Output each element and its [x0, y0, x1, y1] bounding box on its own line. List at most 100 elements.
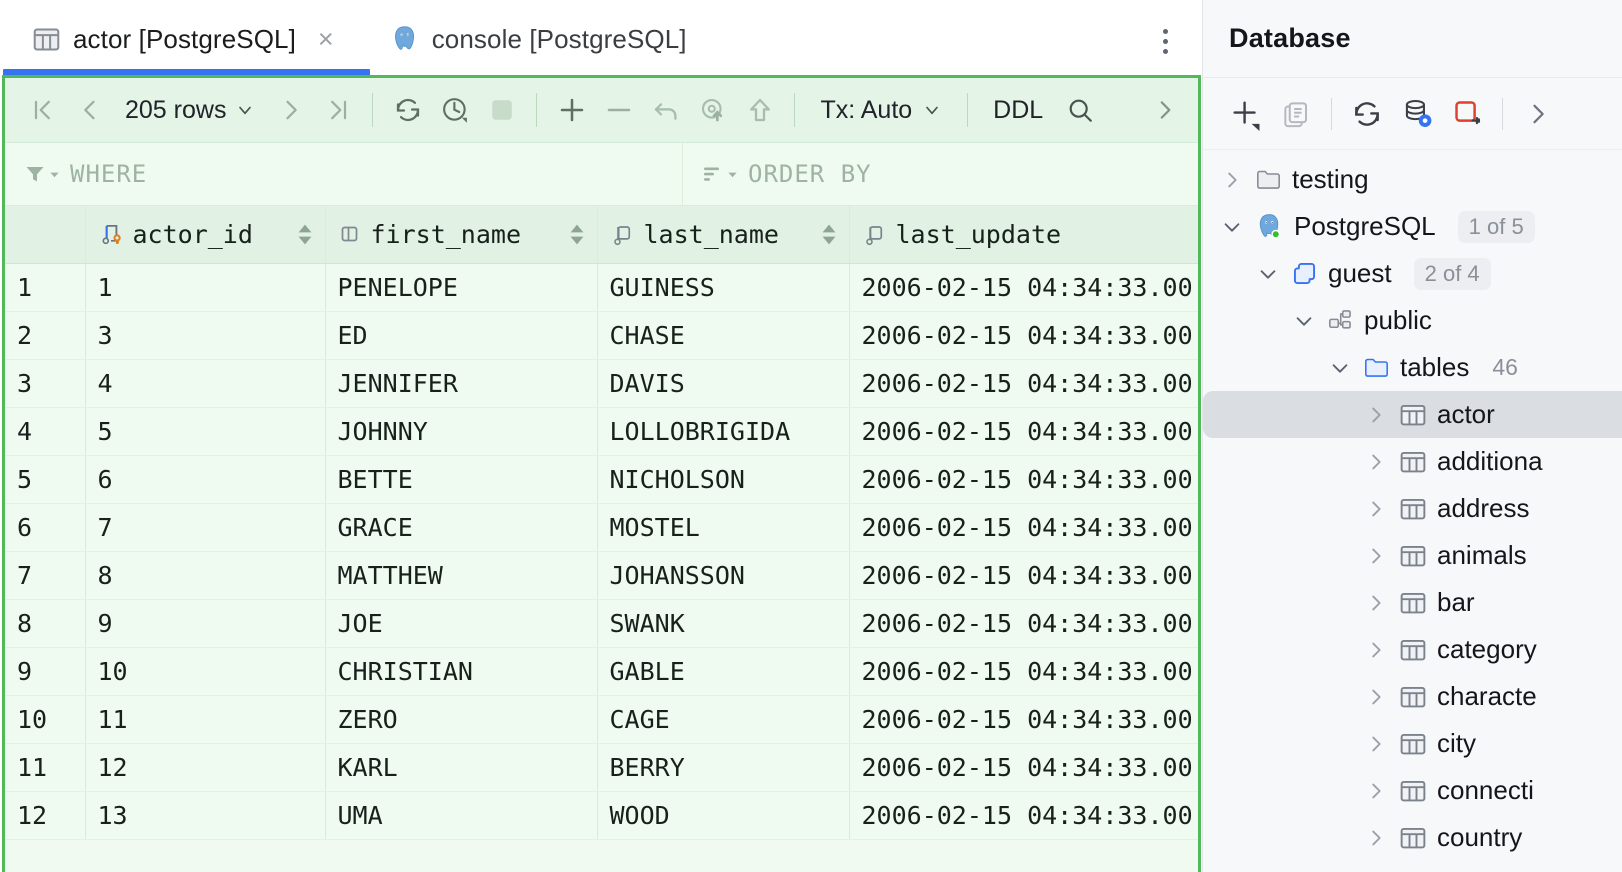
chevron-right-icon[interactable]	[1363, 780, 1389, 802]
table-cell-last_name[interactable]: SWANK	[597, 599, 849, 647]
tree-item-city[interactable]: city	[1203, 720, 1622, 767]
refresh-icon[interactable]	[384, 87, 431, 134]
chevron-down-icon[interactable]	[1327, 357, 1353, 379]
table-cell-first_name[interactable]: CHRISTIAN	[325, 647, 597, 695]
chevron-right-icon[interactable]	[1219, 169, 1245, 191]
tree-item-tables[interactable]: tables46	[1203, 344, 1622, 391]
previous-page-icon[interactable]	[66, 87, 113, 134]
table-cell-first_name[interactable]: MATTHEW	[325, 551, 597, 599]
table-cell-last_update[interactable]: 2006-02-15 04:34:33.00	[849, 599, 1198, 647]
table-row[interactable]: 1213UMAWOOD2006-02-15 04:34:33.00	[5, 791, 1198, 839]
sort-arrows-icon[interactable]	[569, 224, 585, 245]
table-cell-actor_id[interactable]: 6	[85, 455, 325, 503]
table-cell-last_update[interactable]: 2006-02-15 04:34:33.00	[849, 263, 1198, 311]
disconnect-icon[interactable]	[1442, 89, 1492, 139]
table-cell-last_name[interactable]: CAGE	[597, 695, 849, 743]
table-cell-first_name[interactable]: JENNIFER	[325, 359, 597, 407]
tree-item-actor[interactable]: actor	[1203, 391, 1622, 438]
chevron-down-icon[interactable]	[1291, 310, 1317, 332]
chevron-right-icon[interactable]	[1363, 686, 1389, 708]
table-cell-last_update[interactable]: 2006-02-15 04:34:33.00	[849, 695, 1198, 743]
table-cell-actor_id[interactable]: 1	[85, 263, 325, 311]
tree-item-bar[interactable]: bar	[1203, 579, 1622, 626]
table-cell-last_update[interactable]: 2006-02-15 04:34:33.00	[849, 311, 1198, 359]
chevron-right-icon[interactable]	[1363, 827, 1389, 849]
last-page-icon[interactable]	[314, 87, 361, 134]
table-cell-first_name[interactable]: ZERO	[325, 695, 597, 743]
table-cell-last_name[interactable]: GUINESS	[597, 263, 849, 311]
tab-console[interactable]: console [PostgreSQL]	[376, 0, 701, 78]
search-icon[interactable]	[1057, 87, 1104, 134]
table-row[interactable]: 89JOESWANK2006-02-15 04:34:33.00	[5, 599, 1198, 647]
stop-icon[interactable]	[478, 87, 525, 134]
table-row[interactable]: 45JOHNNYLOLLOBRIGIDA2006-02-15 04:34:33.…	[5, 407, 1198, 455]
tree-item-address[interactable]: address	[1203, 485, 1622, 532]
refresh-icon[interactable]	[1342, 89, 1392, 139]
table-row[interactable]: 34JENNIFERDAVIS2006-02-15 04:34:33.00	[5, 359, 1198, 407]
table-cell-last_update[interactable]: 2006-02-15 04:34:33.00	[849, 743, 1198, 791]
first-page-icon[interactable]	[19, 87, 66, 134]
table-cell-last_name[interactable]: DAVIS	[597, 359, 849, 407]
database-settings-icon[interactable]	[1392, 89, 1442, 139]
expand-toolbar-chevron-right-icon[interactable]	[1141, 87, 1188, 134]
table-cell-actor_id[interactable]: 9	[85, 599, 325, 647]
table-row[interactable]: 23EDCHASE2006-02-15 04:34:33.00	[5, 311, 1198, 359]
submit-arrow-up-icon[interactable]	[736, 87, 783, 134]
plus-dropdown-icon[interactable]	[1221, 89, 1271, 139]
copy-icon[interactable]	[1271, 89, 1321, 139]
tree-item-category[interactable]: category	[1203, 626, 1622, 673]
table-cell-last_update[interactable]: 2006-02-15 04:34:33.00	[849, 359, 1198, 407]
table-cell-actor_id[interactable]: 12	[85, 743, 325, 791]
chevron-right-icon[interactable]	[1363, 639, 1389, 661]
sort-arrows-icon[interactable]	[821, 224, 837, 245]
revert-icon[interactable]	[642, 87, 689, 134]
table-cell-last_update[interactable]: 2006-02-15 04:34:33.00	[849, 551, 1198, 599]
result-table-container[interactable]: actor_id	[5, 206, 1198, 872]
history-clock-icon[interactable]	[431, 87, 478, 134]
column-header-actor-id[interactable]: actor_id	[85, 206, 325, 263]
tab-options-icon[interactable]	[1152, 26, 1178, 56]
rows-count-selector[interactable]: 205 rows	[113, 96, 267, 125]
table-cell-actor_id[interactable]: 10	[85, 647, 325, 695]
ddl-button[interactable]: DDL	[979, 96, 1057, 125]
table-row[interactable]: 11PENELOPEGUINESS2006-02-15 04:34:33.00	[5, 263, 1198, 311]
revert-selected-icon[interactable]	[689, 87, 736, 134]
table-cell-actor_id[interactable]: 7	[85, 503, 325, 551]
table-cell-last_name[interactable]: GABLE	[597, 647, 849, 695]
table-cell-actor_id[interactable]: 11	[85, 695, 325, 743]
table-cell-first_name[interactable]: BETTE	[325, 455, 597, 503]
table-row[interactable]: 56BETTENICHOLSON2006-02-15 04:34:33.00	[5, 455, 1198, 503]
table-cell-last_update[interactable]: 2006-02-15 04:34:33.00	[849, 455, 1198, 503]
column-header-first-name[interactable]: first_name	[325, 206, 597, 263]
column-header-last-update[interactable]: last_update	[849, 206, 1198, 263]
table-cell-last_name[interactable]: JOHANSSON	[597, 551, 849, 599]
table-row[interactable]: 1011ZEROCAGE2006-02-15 04:34:33.00	[5, 695, 1198, 743]
chevron-right-icon[interactable]	[1363, 498, 1389, 520]
tree-item-public[interactable]: public	[1203, 297, 1622, 344]
table-row[interactable]: 910CHRISTIANGABLE2006-02-15 04:34:33.00	[5, 647, 1198, 695]
close-icon[interactable]: ×	[312, 26, 340, 53]
next-page-icon[interactable]	[267, 87, 314, 134]
table-cell-first_name[interactable]: JOHNNY	[325, 407, 597, 455]
chevron-down-icon[interactable]	[1219, 216, 1245, 238]
tree-item-guest[interactable]: guest2 of 4	[1203, 250, 1622, 297]
table-cell-actor_id[interactable]: 13	[85, 791, 325, 839]
table-cell-last_name[interactable]: WOOD	[597, 791, 849, 839]
table-cell-last_update[interactable]: 2006-02-15 04:34:33.00	[849, 503, 1198, 551]
chevron-right-icon[interactable]	[1363, 592, 1389, 614]
table-cell-actor_id[interactable]: 5	[85, 407, 325, 455]
table-cell-last_name[interactable]: BERRY	[597, 743, 849, 791]
table-cell-last_name[interactable]: NICHOLSON	[597, 455, 849, 503]
table-row[interactable]: 78MATTHEWJOHANSSON2006-02-15 04:34:33.00	[5, 551, 1198, 599]
table-cell-first_name[interactable]: GRACE	[325, 503, 597, 551]
tree-item-connection[interactable]: connecti	[1203, 767, 1622, 814]
table-cell-first_name[interactable]: UMA	[325, 791, 597, 839]
column-header-last-name[interactable]: last_name	[597, 206, 849, 263]
tree-item-additional[interactable]: additiona	[1203, 438, 1622, 485]
minus-icon[interactable]	[595, 87, 642, 134]
where-filter-input[interactable]: WHERE	[5, 143, 683, 205]
tree-item-country[interactable]: country	[1203, 814, 1622, 861]
chevron-down-icon[interactable]	[1255, 263, 1281, 285]
tree-item-animals[interactable]: animals	[1203, 532, 1622, 579]
tree-item-postgresql[interactable]: PostgreSQL1 of 5	[1203, 203, 1622, 250]
